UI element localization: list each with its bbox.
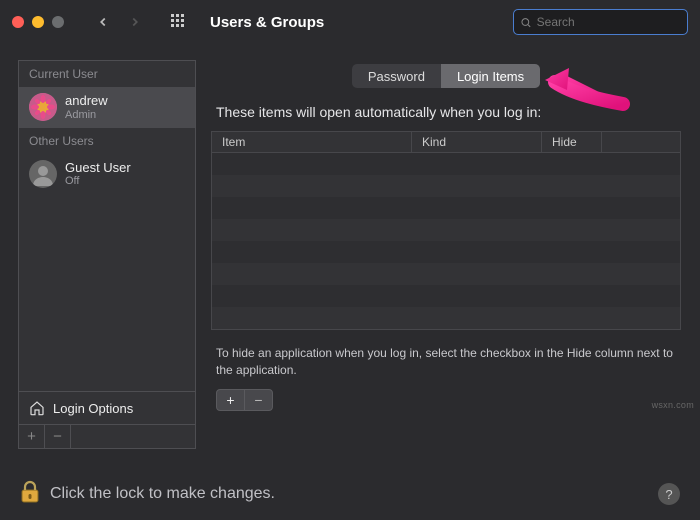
zoom-icon[interactable] [52,16,64,28]
table-header: Item Kind Hide [211,131,681,153]
tabbar: Password Login Items [210,64,682,88]
pane-description: These items will open automatically when… [216,104,676,120]
search-input[interactable] [537,15,681,29]
avatar [29,160,57,188]
current-user-label: Current User [19,61,195,87]
table-row [212,175,680,197]
table-row [212,219,680,241]
table-row [212,241,680,263]
user-text: andrew Admin [65,93,108,122]
tab-login-items[interactable]: Login Items [441,64,540,88]
tab-password[interactable]: Password [352,64,441,88]
sidebar-item-current-user[interactable]: andrew Admin [19,87,195,128]
user-role: Off [65,175,131,188]
sidebar-add-remove: + − [19,424,195,448]
login-options-label: Login Options [53,401,133,416]
table-row [212,153,680,175]
remove-item-button[interactable]: − [245,390,272,410]
user-sidebar: Current User andrew Admin Other Users Gu… [18,60,196,449]
remove-user-button[interactable]: − [45,425,71,449]
window-controls [12,16,64,28]
user-name: Guest User [65,160,131,176]
user-text: Guest User Off [65,160,131,189]
search-field[interactable] [513,9,688,35]
titlebar: Users & Groups [0,0,700,44]
user-name: andrew [65,93,108,109]
login-items-table: Item Kind Hide [210,130,682,331]
col-item[interactable]: Item [212,132,412,152]
help-button[interactable]: ? [658,483,680,505]
user-role: Admin [65,109,108,122]
avatar [29,93,57,121]
window-title: Users & Groups [210,14,324,31]
col-spacer [602,132,680,152]
forward-button[interactable] [122,9,148,35]
login-options-button[interactable]: Login Options [19,391,195,424]
home-icon [29,400,45,416]
table-row [212,263,680,285]
item-add-remove: + − [216,389,273,411]
close-icon[interactable] [12,16,24,28]
content-pane: Password Login Items These items will op… [210,60,682,449]
back-button[interactable] [90,9,116,35]
lock-icon[interactable] [20,480,40,509]
table-body[interactable] [211,153,681,330]
other-users-label: Other Users [19,128,195,154]
col-hide[interactable]: Hide [542,132,602,152]
search-icon [520,16,532,29]
watermark: wsxn.com [652,400,694,410]
hint-text: To hide an application when you log in, … [216,345,676,379]
table-row [212,197,680,219]
table-row [212,307,680,329]
sidebar-item-guest-user[interactable]: Guest User Off [19,154,195,195]
minimize-icon[interactable] [32,16,44,28]
add-item-button[interactable]: + [217,390,245,410]
show-all-button[interactable] [166,9,192,35]
nav-arrows [90,9,148,35]
col-kind[interactable]: Kind [412,132,542,152]
main-content: Current User andrew Admin Other Users Gu… [0,44,700,449]
add-user-button[interactable]: + [19,425,45,449]
footer: Click the lock to make changes. ? [0,468,700,520]
table-row [212,285,680,307]
lock-text: Click the lock to make changes. [50,485,275,503]
